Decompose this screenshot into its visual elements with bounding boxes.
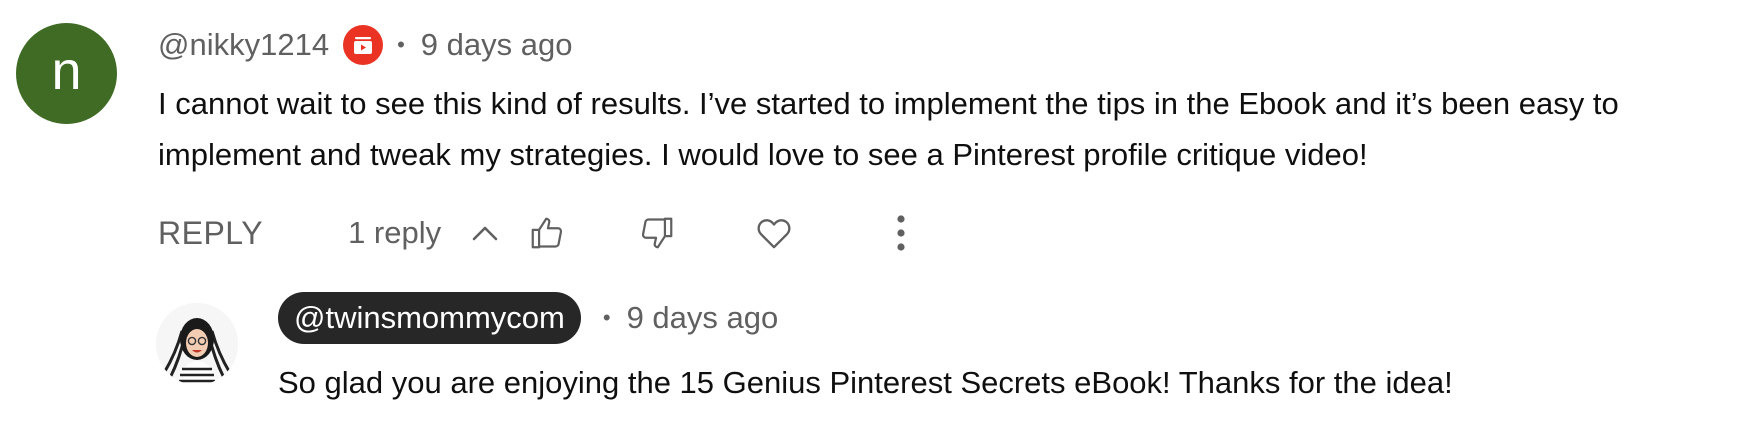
replies-toggle[interactable]: 1 reply [348, 215, 499, 251]
avatar-letter: n [51, 40, 82, 101]
heart-button[interactable] [749, 205, 799, 261]
reply-timestamp[interactable]: 9 days ago [627, 300, 779, 336]
chevron-up-icon [471, 224, 499, 242]
comment-timestamp[interactable]: 9 days ago [421, 27, 573, 63]
comment-action-bar: REPLY 1 reply [158, 205, 1058, 261]
commenter-avatar[interactable]: n [16, 23, 117, 124]
more-actions-button[interactable] [876, 205, 926, 261]
member-badge-icon [343, 25, 384, 65]
thumbs-up-icon [531, 217, 563, 249]
like-button[interactable] [522, 205, 572, 261]
comment-header: @nikky1214 • 9 days ago [158, 24, 572, 66]
reply-author-chip[interactable]: @twinsmommycom [278, 292, 581, 344]
comment-text: I cannot wait to see this kind of result… [158, 86, 1619, 172]
separator-dot: • [602, 305, 611, 330]
heart-icon [757, 219, 791, 249]
comment-author[interactable]: @nikky1214 [158, 27, 329, 63]
reply-text: So glad you are enjoying the 15 Genius P… [278, 365, 1453, 400]
reply-header: @twinsmommycom • 9 days ago [278, 292, 778, 344]
dislike-button[interactable] [632, 205, 682, 261]
more-vertical-icon [897, 215, 905, 251]
separator-dot: • [397, 32, 405, 57]
thumbs-down-icon [641, 217, 673, 249]
reply-author-avatar[interactable] [156, 303, 238, 385]
reply-button[interactable]: REPLY [158, 215, 263, 252]
replies-count-label: 1 reply [348, 215, 442, 250]
